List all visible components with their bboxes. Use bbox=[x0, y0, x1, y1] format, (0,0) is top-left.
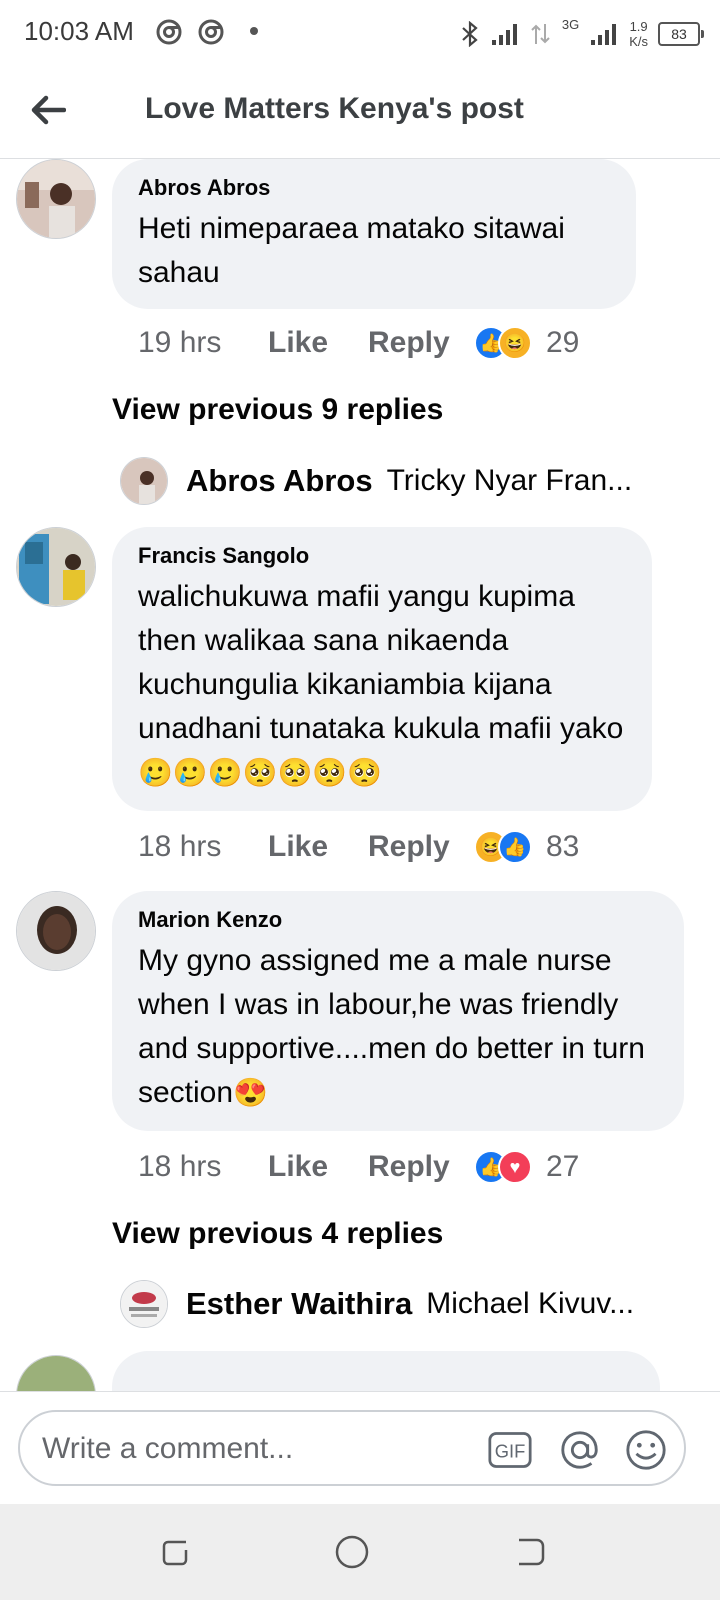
gif-icon: GIF bbox=[488, 1432, 532, 1468]
comment-time[interactable]: 19 hrs bbox=[138, 326, 268, 360]
recent-apps-button[interactable] bbox=[158, 1534, 194, 1570]
back-nav-button[interactable] bbox=[512, 1534, 548, 1570]
home-button[interactable] bbox=[334, 1534, 370, 1570]
avatar[interactable] bbox=[16, 159, 96, 239]
profile-photo bbox=[121, 1281, 167, 1327]
like-button[interactable]: Like bbox=[268, 326, 368, 360]
haha-reaction-icon: 😆 bbox=[498, 326, 532, 360]
status-bar: 10:03 AM 3G 1.9 K/s 83 bbox=[0, 0, 720, 68]
comment-body: walichukuwa mafii yangu kupima then wali… bbox=[138, 580, 624, 745]
gif-label: GIF bbox=[495, 1440, 526, 1461]
chrome-notification-icon bbox=[198, 19, 224, 45]
battery-icon: 83 bbox=[658, 22, 704, 46]
signal-strength-icon bbox=[591, 24, 617, 45]
profile-photo bbox=[17, 160, 95, 238]
profile-photo bbox=[17, 892, 95, 970]
comment-bubble[interactable]: Francis Sangolo walichukuwa mafii yangu … bbox=[112, 527, 652, 811]
chrome-notification-icon bbox=[156, 19, 182, 45]
smiley-icon bbox=[626, 1430, 666, 1470]
comment-bubble[interactable] bbox=[112, 1351, 660, 1391]
comment-bubble[interactable]: Marion Kenzo My gyno assigned me a male … bbox=[112, 891, 684, 1131]
comment-actions: 18 hrs Like Reply 👍 ♥ 27 bbox=[138, 1147, 579, 1187]
profile-photo bbox=[121, 458, 167, 504]
view-previous-replies-link[interactable]: View previous 9 replies bbox=[112, 393, 443, 427]
avatar bbox=[120, 457, 168, 505]
love-reaction-icon: ♥ bbox=[498, 1150, 532, 1184]
home-circle-icon bbox=[335, 1535, 369, 1569]
network-speed: 1.9 K/s bbox=[629, 19, 648, 49]
comment-body: My gyno assigned me a male nurse when I … bbox=[138, 944, 645, 1109]
more-notifications-dot bbox=[250, 27, 258, 35]
comment-emojis: 🥲🥲🥲🥺🥺🥺🥺 bbox=[138, 757, 383, 788]
reactions-summary[interactable]: 👍 😆 bbox=[474, 326, 532, 360]
comment-actions: 18 hrs Like Reply 😆 👍 83 bbox=[138, 827, 579, 867]
system-navigation-bar bbox=[0, 1504, 720, 1600]
comment-text: My gyno assigned me a male nurse when I … bbox=[138, 939, 658, 1115]
comment-author[interactable]: Marion Kenzo bbox=[138, 907, 658, 933]
comment-bubble[interactable]: Abros Abros Heti nimeparaea matako sitaw… bbox=[112, 159, 636, 309]
network-speed-value: 1.9 bbox=[629, 19, 648, 34]
bluetooth-icon bbox=[462, 21, 478, 47]
network-type: 3G bbox=[561, 16, 580, 32]
reply-button[interactable]: Reply bbox=[368, 326, 474, 360]
page-title: Love Matters Kenya's post bbox=[145, 92, 524, 125]
comment-author[interactable]: Abros Abros bbox=[138, 175, 610, 201]
comment-input-placeholder: Write a comment... bbox=[42, 1432, 294, 1465]
comment-author[interactable]: Francis Sangolo bbox=[138, 543, 626, 569]
reply-text: Tricky Nyar Fran... bbox=[386, 464, 633, 497]
reaction-count: 29 bbox=[546, 326, 580, 359]
reply-author: Abros Abros bbox=[186, 463, 373, 498]
signal-strength-icon bbox=[491, 24, 517, 45]
gif-button[interactable]: GIF bbox=[488, 1428, 532, 1472]
comment-time[interactable]: 18 hrs bbox=[138, 1150, 268, 1184]
comment-actions: 19 hrs Like Reply 👍 😆 29 bbox=[138, 323, 579, 363]
latest-reply-preview[interactable]: Abros Abros Tricky Nyar Fran... bbox=[120, 456, 660, 506]
at-mention-icon bbox=[561, 1431, 598, 1469]
network-speed-unit: K/s bbox=[629, 34, 648, 49]
comment-time[interactable]: 18 hrs bbox=[138, 830, 268, 864]
back-nav-icon bbox=[519, 1538, 545, 1566]
reactions-summary[interactable]: 👍 ♥ bbox=[474, 1150, 532, 1184]
profile-photo bbox=[17, 528, 95, 606]
avatar[interactable] bbox=[16, 1355, 96, 1391]
like-button[interactable]: Like bbox=[268, 830, 368, 864]
data-arrows-icon bbox=[531, 24, 550, 44]
comment-emojis: 😍 bbox=[233, 1077, 268, 1108]
avatar bbox=[120, 1280, 168, 1328]
back-arrow-icon bbox=[31, 95, 66, 125]
reaction-count: 83 bbox=[546, 830, 580, 863]
comment-input[interactable]: Write a comment... GIF bbox=[18, 1410, 686, 1486]
comment-text: Heti nimeparaea matako sitawai sahau bbox=[138, 212, 565, 289]
profile-photo bbox=[17, 1356, 95, 1391]
comment-composer: Write a comment... GIF bbox=[0, 1391, 720, 1504]
reply-button[interactable]: Reply bbox=[368, 830, 474, 864]
mention-button[interactable] bbox=[558, 1428, 602, 1472]
reaction-count: 27 bbox=[546, 1150, 580, 1183]
recent-apps-icon bbox=[162, 1540, 188, 1566]
avatar[interactable] bbox=[16, 891, 96, 971]
comment-text: walichukuwa mafii yangu kupima then wali… bbox=[138, 575, 626, 795]
reply-author: Esther Waithira bbox=[186, 1286, 413, 1321]
reactions-summary[interactable]: 😆 👍 bbox=[474, 830, 532, 864]
reply-text: Michael Kivuv... bbox=[426, 1287, 635, 1320]
status-time: 10:03 AM bbox=[24, 16, 134, 46]
reply-button[interactable]: Reply bbox=[368, 1150, 474, 1184]
avatar[interactable] bbox=[16, 527, 96, 607]
back-button[interactable] bbox=[26, 88, 70, 132]
post-header: Love Matters Kenya's post bbox=[0, 68, 720, 159]
battery-level: 83 bbox=[671, 26, 687, 42]
like-reaction-icon: 👍 bbox=[498, 830, 532, 864]
view-previous-replies-link[interactable]: View previous 4 replies bbox=[112, 1217, 443, 1251]
latest-reply-preview[interactable]: Esther Waithira Michael Kivuv... bbox=[120, 1279, 660, 1329]
like-button[interactable]: Like bbox=[268, 1150, 368, 1184]
emoji-button[interactable] bbox=[624, 1428, 668, 1472]
comments-list[interactable]: Abros Abros Heti nimeparaea matako sitaw… bbox=[0, 159, 720, 1391]
